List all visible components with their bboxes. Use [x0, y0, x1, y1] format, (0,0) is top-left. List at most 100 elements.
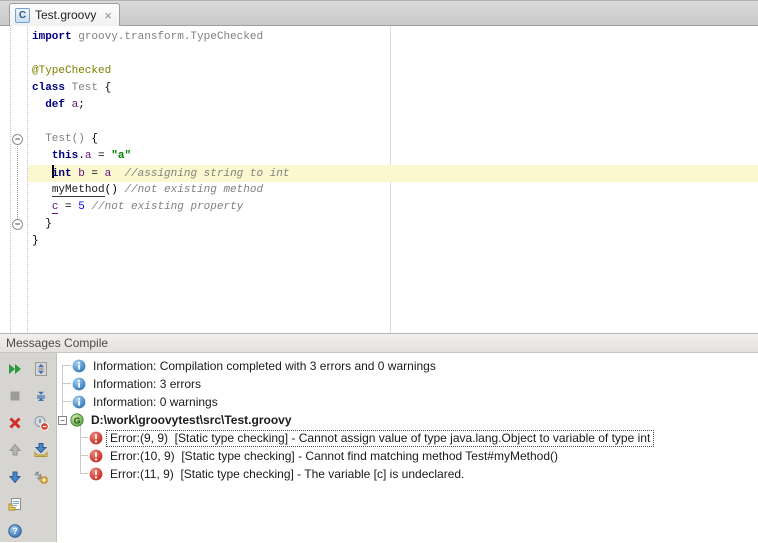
error-icon	[89, 449, 103, 463]
code-token: groovy.transform.TypeChecked	[78, 31, 264, 43]
message-text: Error:(10, 9) [Static type checking] - C…	[110, 448, 558, 463]
message-row-info[interactable]: Information: 0 warnings	[57, 393, 758, 411]
fold-top-icon[interactable]: −	[12, 134, 23, 145]
message-text: Information: Compilation completed with …	[93, 358, 436, 373]
code-token: {	[84, 133, 99, 145]
error-icon	[89, 431, 103, 445]
editor-gutter: − −	[0, 26, 28, 333]
messages-panel: ? Information: Compilation completed wit…	[0, 353, 758, 542]
code-token: }	[45, 218, 52, 230]
message-text: Error:(11, 9) [Static type checking] - T…	[110, 466, 465, 481]
close-button[interactable]	[3, 411, 27, 435]
code-token: .	[78, 150, 85, 162]
next-message-button[interactable]	[3, 465, 27, 489]
code-line[interactable]: Test() {	[28, 131, 758, 148]
collapse-toggle[interactable]: −	[58, 415, 67, 425]
code-line[interactable]: }	[28, 233, 758, 250]
tab-title: Test.groovy	[35, 8, 97, 22]
message-row-info[interactable]: Information: Compilation completed with …	[57, 357, 758, 375]
expand-all-button[interactable]	[29, 357, 53, 381]
messages-tree[interactable]: Information: Compilation completed with …	[57, 353, 758, 542]
message-row-error[interactable]: Error:(9, 9) [Static type checking] - Ca…	[57, 429, 758, 447]
code-lines: import groovy.transform.TypeChecked @Typ…	[28, 29, 758, 250]
code-line[interactable]: }	[28, 216, 758, 233]
groovy-icon: G	[70, 413, 84, 427]
code-token: ;	[78, 99, 85, 111]
tab-close-icon[interactable]: ×	[104, 9, 112, 22]
groovy-class-icon: C	[15, 7, 30, 23]
code-token: this	[51, 150, 79, 162]
code-line[interactable]	[28, 114, 758, 131]
code-line[interactable]: myMethod() //not existing method	[28, 182, 758, 199]
editor-tab-bar: C Test.groovy ×	[0, 0, 758, 26]
message-text: D:\work\groovytest\src\Test.groovy	[91, 412, 292, 427]
code-line[interactable]: c = 5 //not existing property	[28, 199, 758, 216]
info-icon	[72, 395, 86, 409]
code-line[interactable]: class Test {	[28, 80, 758, 97]
code-token: 5	[78, 201, 85, 213]
settings-button[interactable]	[29, 465, 53, 489]
code-token: ()	[104, 184, 125, 196]
code-token: int	[51, 168, 79, 180]
code-line[interactable]: import groovy.transform.TypeChecked	[28, 29, 758, 46]
toolbar-spacer	[29, 492, 53, 516]
code-token: class	[32, 82, 72, 94]
code-token: //assigning string to int	[124, 168, 290, 180]
message-row-info[interactable]: Information: 3 errors	[57, 375, 758, 393]
code-line[interactable]	[28, 46, 758, 63]
code-token: =	[58, 201, 79, 213]
hide-info-button[interactable]	[29, 411, 53, 435]
fold-range-line	[17, 146, 18, 219]
code-token: Test()	[45, 133, 85, 145]
code-token: {	[104, 82, 112, 94]
code-editor[interactable]: import groovy.transform.TypeChecked @Typ…	[0, 26, 758, 333]
code-line[interactable]: int b = a //assigning string to int	[28, 165, 758, 182]
panel-toolbar: ?	[0, 353, 57, 542]
svg-text:G: G	[74, 415, 81, 425]
code-token: import	[32, 31, 79, 43]
collapse-all-button[interactable]	[29, 384, 53, 408]
rerun-button[interactable]	[3, 357, 27, 381]
code-token: def	[45, 99, 72, 111]
message-text: Error:(9, 9) [Static type checking] - Ca…	[105, 429, 655, 447]
gutter-separator	[10, 26, 11, 333]
info-icon	[72, 359, 86, 373]
code-line[interactable]: this.a = "a"	[28, 148, 758, 165]
code-token: myMethod	[51, 184, 105, 197]
code-token: b	[78, 168, 85, 180]
tool-window-header[interactable]: Messages Compile	[0, 333, 758, 353]
code-line[interactable]: def a;	[28, 97, 758, 114]
code-token: =	[91, 150, 112, 162]
code-token: //not existing property	[91, 201, 244, 213]
help-button[interactable]: ?	[3, 519, 27, 543]
stop-button[interactable]	[3, 384, 27, 408]
tool-window-title: Messages Compile	[6, 336, 109, 350]
svg-text:?: ?	[12, 526, 18, 536]
code-line[interactable]: @TypeChecked	[28, 63, 758, 80]
export-to-text-file-button[interactable]	[29, 438, 53, 462]
message-row-error[interactable]: Error:(10, 9) [Static type checking] - C…	[57, 447, 758, 465]
fold-bottom-icon[interactable]: −	[12, 219, 23, 230]
code-token: "a"	[111, 150, 132, 162]
gutter-separator	[27, 26, 28, 333]
editor-tab[interactable]: C Test.groovy ×	[9, 3, 120, 26]
code-token: Test	[71, 82, 105, 94]
code-token: }	[32, 235, 39, 247]
code-token: //not existing method	[124, 184, 264, 196]
message-row-file[interactable]: − G D:\work\groovytest\src\Test.groovy	[57, 411, 758, 429]
message-text: Information: 0 warnings	[93, 394, 218, 409]
message-text: Information: 3 errors	[93, 376, 202, 391]
previous-message-button[interactable]	[3, 438, 27, 462]
error-icon	[89, 467, 103, 481]
ide-window: C Test.groovy × import groovy.transform.…	[0, 0, 758, 542]
message-row-error[interactable]: Error:(11, 9) [Static type checking] - T…	[57, 465, 758, 483]
export-button[interactable]	[3, 492, 27, 516]
code-token: @TypeChecked	[32, 65, 112, 77]
info-icon	[72, 377, 86, 391]
